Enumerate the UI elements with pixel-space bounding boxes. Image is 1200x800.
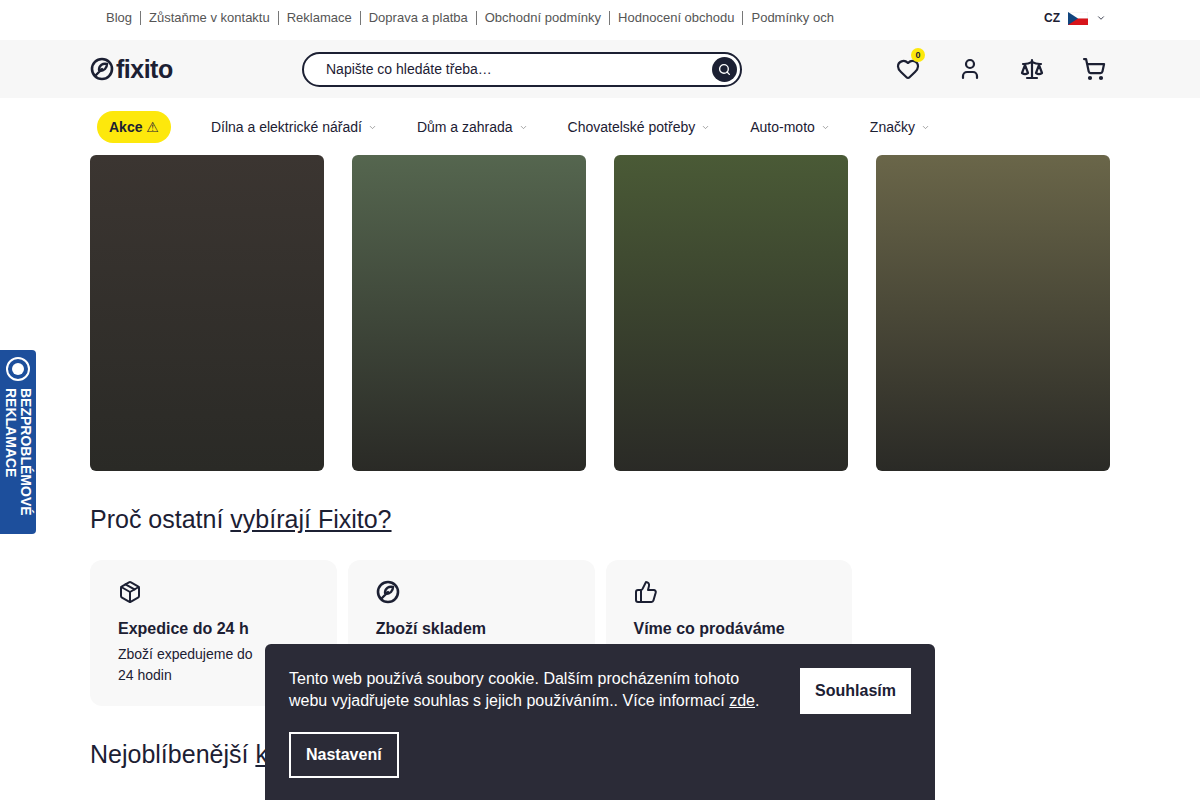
language-switch[interactable]: CZ	[1044, 11, 1110, 25]
wishlist-count: 0	[911, 48, 925, 62]
search-box	[302, 52, 742, 87]
chevron-icon	[1096, 13, 1106, 23]
chevron-icon	[821, 123, 830, 132]
banners	[90, 155, 1110, 471]
box-icon	[118, 580, 142, 604]
chevron-icon	[921, 123, 930, 132]
chevron-icon	[701, 123, 710, 132]
account-button[interactable]	[958, 57, 982, 81]
logo-icon	[90, 57, 114, 81]
cookie-link[interactable]: zde	[729, 692, 755, 709]
why-heading: Proč ostatní vybírají Fixito?	[90, 505, 1110, 534]
top-bar: BlogZůstaňme v kontaktuReklamaceDoprava …	[0, 0, 1200, 40]
thumbs-up-icon	[634, 580, 658, 604]
top-links: BlogZůstaňme v kontaktuReklamaceDoprava …	[106, 11, 842, 25]
search-button[interactable]	[712, 57, 737, 82]
main-nav: Akce ⚠ Dílna a elektrické nářadí Dům a zah…	[90, 98, 1110, 155]
top-link[interactable]: Zůstaňme v kontaktu	[140, 11, 278, 25]
wishlist-button[interactable]: 0	[896, 57, 920, 81]
cart-button[interactable]	[1082, 57, 1106, 81]
top-link[interactable]: Obchodní podmínky	[476, 11, 609, 25]
user-icon	[958, 57, 982, 81]
accept-button[interactable]: Souhlasím	[800, 668, 911, 714]
chevron-icon	[368, 123, 377, 132]
nav-item[interactable]: Dům a zahrada	[417, 111, 528, 143]
nav-item[interactable]: Dílna a elektrické nářadí	[211, 111, 377, 143]
search-input[interactable]	[324, 60, 712, 78]
scales-icon	[1020, 57, 1044, 81]
top-link[interactable]: Blog	[106, 11, 140, 25]
seal-icon	[5, 356, 31, 382]
nav-item[interactable]: Chovatelské potřeby	[568, 111, 711, 143]
banner[interactable]	[90, 155, 324, 471]
top-link[interactable]: Podmínky och	[742, 11, 841, 25]
header: fixito 0	[0, 40, 1200, 98]
top-link[interactable]: Hodnocení obchodu	[609, 11, 742, 25]
settings-button[interactable]: Nastavení	[289, 732, 399, 778]
returns-badge[interactable]: BEZPROBLÉMOVÉREKLAMACE	[0, 350, 36, 534]
nav-item[interactable]: Značky	[870, 111, 930, 143]
logo-icon	[376, 580, 400, 604]
top-link[interactable]: Reklamace	[278, 11, 360, 25]
logo[interactable]: fixito	[90, 55, 302, 84]
cookie-text: Tento web používá soubory cookie. Dalším…	[289, 668, 770, 712]
why-link[interactable]: vybírají Fixito?	[230, 505, 391, 533]
nav-item[interactable]: Akce ⚠	[97, 111, 171, 143]
compare-button[interactable]	[1020, 57, 1044, 81]
top-link[interactable]: Doprava a platba	[360, 11, 476, 25]
nav-item[interactable]: Auto-moto	[750, 111, 830, 143]
cookie-bar: Tento web používá soubory cookie. Dalším…	[265, 644, 935, 800]
banner[interactable]	[876, 155, 1110, 471]
cart-icon	[1082, 57, 1106, 81]
banner[interactable]	[352, 155, 586, 471]
search-icon	[718, 63, 731, 76]
chevron-icon	[519, 123, 528, 132]
banner[interactable]	[614, 155, 848, 471]
czech-flag-icon	[1068, 12, 1088, 25]
